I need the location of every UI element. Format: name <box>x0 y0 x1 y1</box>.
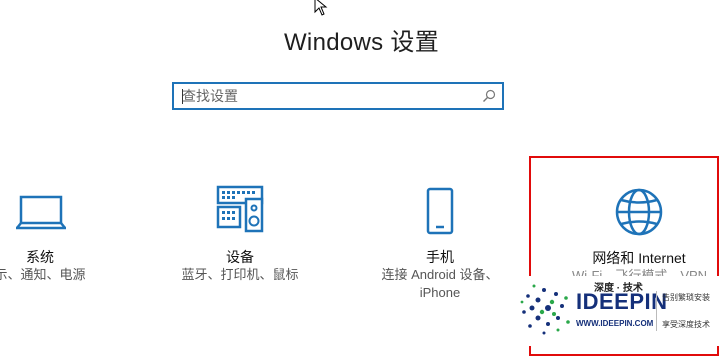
tile-description: 蓝牙、打印机、鼠标 <box>181 267 299 282</box>
logo-url: WWW.IDEEPIN.COM <box>576 319 654 328</box>
text-caret <box>182 89 183 104</box>
mouse-cursor-icon <box>314 0 328 16</box>
logo-slogan-2: 享受深度技术 <box>662 320 710 329</box>
logo-brand: IDEEPIN <box>576 289 668 314</box>
logo-slogan-1: 告别繁琐安装 <box>662 293 710 302</box>
tile-system[interactable]: 系统 示、通知、电源 <box>0 185 110 295</box>
laptop-icon <box>16 195 66 230</box>
search-input[interactable] <box>182 86 472 106</box>
logo-divider <box>656 291 657 331</box>
logo-swirl-icon <box>520 284 570 335</box>
tile-phone[interactable]: 手机 连接 Android 设备、 iPhone <box>370 185 510 305</box>
tile-description-line2: iPhone <box>419 285 461 300</box>
keyboard-speaker-icon <box>216 185 264 233</box>
phone-icon <box>426 187 454 235</box>
tile-label: 系统 <box>26 249 54 265</box>
tile-description: 示、通知、电源 <box>0 267 86 282</box>
page-title: Windows 设置 <box>283 29 440 56</box>
tile-description-line1: 连接 Android 设备、 <box>381 267 499 282</box>
watermark-logo: 深度 · 技术 IDEEPIN WWW.IDEEPIN.COM 告别繁琐安装 享… <box>516 276 723 346</box>
tile-label: 设备 <box>226 249 254 265</box>
search-icon[interactable] <box>482 89 496 103</box>
search-box[interactable] <box>172 82 504 110</box>
tile-label: 手机 <box>426 249 454 265</box>
tile-devices[interactable]: 设备 蓝牙、打印机、鼠标 <box>170 185 310 295</box>
